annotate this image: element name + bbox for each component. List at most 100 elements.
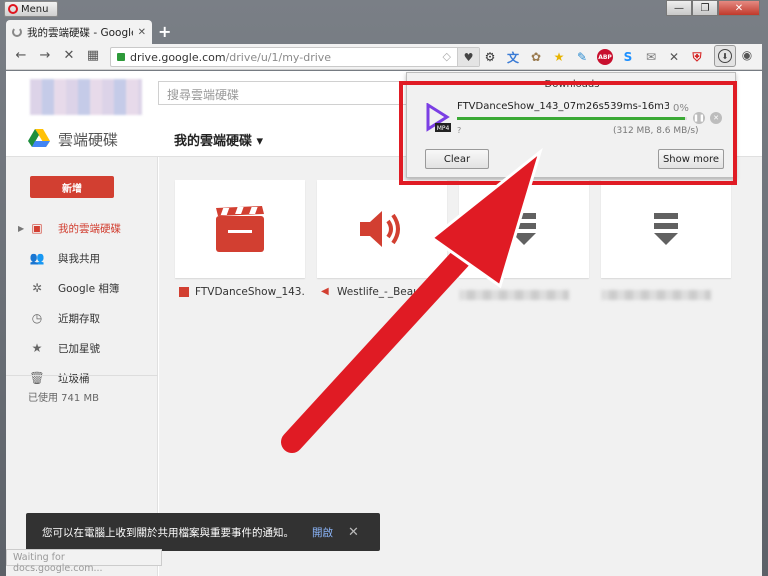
sidebar-item-label: 我的雲端硬碟 (58, 222, 121, 235)
maximize-button[interactable]: ❐ (692, 0, 718, 16)
sidebar-item-4[interactable]: ◷ 近期存取 (6, 305, 158, 331)
s-icon[interactable]: S (620, 49, 636, 65)
show-more-button[interactable]: Show more (658, 149, 724, 169)
sidebar-divider (6, 375, 158, 376)
blurred-file-name (459, 290, 569, 300)
star-extension-icon[interactable]: ★ (551, 49, 567, 65)
tab-strip: 我的雲端硬碟 - Google 雲 ✕ + (6, 18, 762, 44)
close-window-button[interactable]: ✕ (718, 0, 760, 16)
cancel-download-icon[interactable]: ✕ (710, 112, 722, 124)
loading-spinner-icon (12, 27, 22, 37)
speed-dial-icon[interactable]: ▦ (84, 48, 102, 63)
download-progress-fill (457, 117, 685, 120)
video-type-icon (179, 287, 189, 297)
expand-arrow-icon[interactable]: ▶ (18, 224, 24, 233)
download-size: (312 MB, 8.6 MB/s) (613, 126, 699, 136)
file-thumbnail (459, 180, 589, 278)
sidebar-nav-icon: ✲ (31, 281, 43, 295)
toolbar: ← → ✕ ▦ drive.google.com /drive/u/1/my-d… (6, 44, 762, 70)
blurred-file-name (601, 290, 711, 300)
audio-type-icon: ◀ (321, 286, 329, 297)
toast-open-button[interactable]: 開啟 (312, 525, 333, 540)
sidebar-item-1[interactable]: ▶ ▣ 我的雲端硬碟 (6, 215, 158, 241)
download-progress-bar (457, 117, 687, 120)
new-button[interactable]: 新增 (30, 176, 114, 198)
download-eta: ? (457, 126, 462, 135)
window-controls: — ❐ ✕ (666, 0, 760, 16)
new-tab-button[interactable]: + (158, 22, 171, 41)
sidebar-nav-icon: 🗑 (29, 371, 45, 385)
heart-icon[interactable]: ♥ (457, 48, 479, 66)
forward-button[interactable]: → (36, 48, 54, 63)
status-bar: Waiting for docs.google.com... (6, 549, 162, 574)
adblock-plus-icon[interactable]: ABP (597, 49, 613, 65)
gear-icon[interactable]: ⚙ (482, 49, 498, 65)
file-thumbnail (601, 180, 731, 278)
opera-logo-icon (8, 4, 18, 14)
minimize-button[interactable]: — (666, 0, 692, 16)
toast-message: 您可以在電腦上收到關於共用檔案與重要事件的通知。 (42, 526, 294, 539)
url-host: drive.google.com (130, 50, 226, 64)
pause-icon[interactable]: ❚❚ (693, 112, 705, 124)
address-bar[interactable]: drive.google.com /drive/u/1/my-drive ◇ ♥ (110, 47, 480, 67)
file-thumbnail (317, 180, 447, 278)
file-card-audio[interactable]: ◀ Westlife_-_Beaut... (317, 180, 447, 302)
file-card-video[interactable]: FTVDanceShow_143... (175, 180, 305, 302)
download-icon: ⬇ (718, 49, 732, 63)
drive-search-input[interactable]: 搜尋雲端硬碟 (158, 81, 418, 105)
sidebar-nav-icon: ◷ (31, 311, 43, 325)
sidebar-item-label: 垃圾桶 (58, 372, 90, 385)
downloads-button[interactable]: ⬇ (714, 45, 736, 67)
download-percent: 0% (673, 103, 689, 114)
audio-file-icon (360, 211, 400, 247)
sidebar-item-label: 已加星號 (58, 342, 100, 355)
file-card-generic[interactable] (601, 180, 731, 302)
stop-button[interactable]: ✕ (60, 48, 78, 63)
video-file-icon (216, 206, 264, 252)
generic-file-icon (654, 213, 678, 245)
tab-my-drive[interactable]: 我的雲端硬碟 - Google 雲 ✕ (6, 20, 152, 44)
tab-title: 我的雲端硬碟 - Google 雲 (27, 26, 133, 39)
my-drive-breadcrumb[interactable]: 我的雲端硬碟 ▾ (174, 130, 263, 149)
drive-app-title: 雲端硬碟 (58, 131, 119, 149)
security-shield-icon: ◇ (442, 50, 451, 63)
clear-button[interactable]: Clear (425, 149, 489, 169)
bird-icon[interactable]: ✿ (528, 49, 544, 65)
sidebar-item-5[interactable]: ★ 已加星號 (6, 335, 158, 361)
x-icon[interactable]: ✕ (666, 49, 682, 65)
sidebar-nav-icon: ★ (31, 341, 43, 355)
puzzle-icon[interactable]: ✎ (574, 49, 590, 65)
file-name-text: Westlife_-_Beaut... (337, 286, 434, 298)
file-thumbnail (175, 180, 305, 278)
url-path: /drive/u/1/my-drive (225, 50, 332, 64)
sidebar-item-2[interactable]: 👥 與我共用 (6, 245, 158, 271)
svg-text:MP4: MP4 (437, 125, 450, 132)
account-icon[interactable]: ◉ (738, 48, 756, 62)
toast-close-icon[interactable]: ✕ (348, 525, 359, 540)
translate-icon[interactable]: 文 (505, 49, 521, 65)
back-button[interactable]: ← (12, 48, 30, 63)
file-name: ◀ Westlife_-_Beaut... (317, 286, 447, 298)
menu-label: Menu (21, 3, 49, 15)
opera-menu-button[interactable]: Menu (4, 1, 58, 17)
sidebar-item-6[interactable]: 🗑 垃圾桶 (6, 365, 158, 391)
sidebar-item-label: Google 相簿 (58, 282, 120, 295)
shield-extension-icon[interactable]: ⛨ (689, 49, 705, 65)
sidebar-item-label: 近期存取 (58, 312, 100, 325)
tab-close-icon[interactable]: ✕ (138, 27, 146, 38)
mail-icon[interactable]: ✉ (643, 49, 659, 65)
notification-toast: 您可以在電腦上收到關於共用檔案與重要事件的通知。 開啟 ✕ (26, 513, 380, 551)
file-name-text: FTVDanceShow_143... (195, 286, 305, 298)
file-name: FTVDanceShow_143... (175, 286, 305, 298)
sidebar-item-3[interactable]: ✲ Google 相簿 (6, 275, 158, 301)
mp4-file-icon: MP4 (426, 103, 451, 132)
storage-usage: 已使用 741 MB (28, 393, 99, 404)
sidebar-nav-icon: ▣ (31, 221, 43, 235)
blurred-logo (30, 79, 142, 115)
downloads-popup: Downloads MP4 FTVDanceShow_143_07m26s539… (406, 72, 736, 178)
file-card-generic[interactable] (459, 180, 589, 302)
google-drive-logo-icon (28, 129, 50, 147)
download-filename[interactable]: FTVDanceShow_143_07m26s539ms-16m38s146 (457, 101, 669, 112)
generic-file-icon (512, 213, 536, 245)
lock-icon (117, 53, 125, 61)
